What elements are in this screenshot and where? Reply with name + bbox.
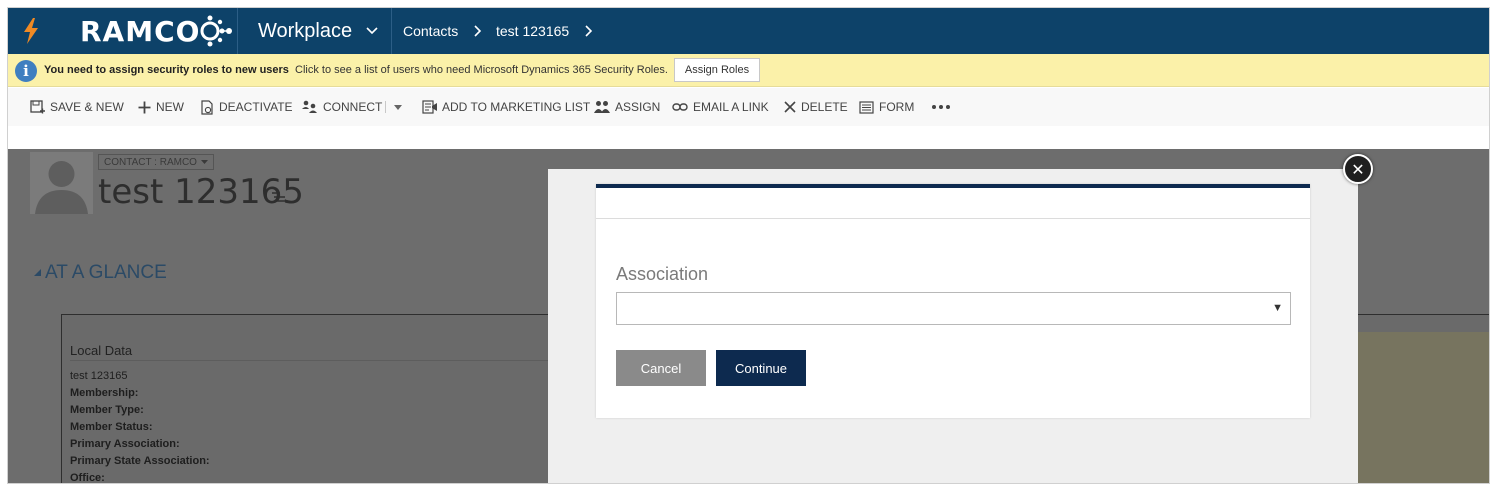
connect-people-icon	[302, 100, 318, 114]
dialog-accent-bar	[596, 184, 1310, 188]
divider	[596, 218, 1310, 219]
field-membership: Membership:	[70, 387, 139, 399]
entity-form-selector[interactable]: CONTACT : RAMCO	[98, 154, 214, 170]
field-member-type: Member Type:	[70, 404, 144, 416]
workplace-menu[interactable]: Workplace	[258, 8, 378, 54]
link-icon	[672, 102, 688, 112]
assign-people-icon	[594, 100, 610, 114]
assign-roles-button[interactable]: Assign Roles	[674, 58, 760, 82]
save-new-icon	[30, 99, 45, 115]
field-member-status: Member Status:	[70, 421, 153, 433]
nav-divider	[237, 8, 238, 54]
connect-button[interactable]: CONNECT	[302, 88, 382, 126]
notification-bar: i You need to assign security roles to n…	[8, 54, 1489, 87]
notification-title: You need to assign security roles to new…	[44, 64, 289, 76]
local-record-name: test 123165	[70, 370, 128, 382]
lightning-bolt-icon[interactable]	[21, 17, 41, 45]
select-arrow-icon: ▼	[1272, 302, 1283, 314]
dialog-card: Association ▼ Cancel Continue	[596, 184, 1310, 418]
deactivate-icon	[201, 99, 214, 115]
breadcrumb-record[interactable]: test 123165	[496, 8, 569, 54]
more-commands-button[interactable]	[932, 88, 950, 126]
app-window: RAMCO Workplace Contacts test 123165 i Y…	[7, 7, 1490, 484]
command-divider	[385, 101, 386, 113]
chevron-right-icon[interactable]	[585, 8, 593, 54]
collapse-triangle-icon	[34, 268, 41, 278]
breadcrumb-contacts[interactable]: Contacts	[403, 8, 458, 54]
form-icon	[859, 100, 874, 114]
caret-down-icon	[394, 104, 402, 110]
plus-icon	[138, 101, 151, 114]
association-label: Association	[616, 264, 709, 284]
command-bar: SAVE & NEW NEW DEACTIVATE CONNECT ADD TO…	[8, 88, 1489, 126]
field-primary-state-association: Primary State Association:	[70, 455, 210, 467]
delete-button[interactable]: DELETE	[784, 88, 848, 126]
association-dialog: Association ▼ Cancel Continue	[548, 169, 1358, 483]
field-primary-association: Primary Association:	[70, 438, 180, 450]
top-nav-bar: RAMCO Workplace Contacts test 123165	[8, 8, 1489, 54]
assign-button[interactable]: ASSIGN	[594, 88, 660, 126]
field-office: Office:	[70, 472, 105, 484]
local-data-title: Local Data	[70, 343, 133, 358]
person-icon	[35, 161, 88, 214]
association-select[interactable]: ▼	[616, 292, 1291, 325]
caret-down-icon	[200, 160, 208, 164]
save-new-button[interactable]: SAVE & NEW	[30, 88, 124, 126]
cancel-button[interactable]: Cancel	[616, 350, 706, 386]
panel-side-region	[1356, 332, 1489, 483]
email-a-link-button[interactable]: EMAIL A LINK	[672, 88, 769, 126]
continue-button[interactable]: Continue	[716, 350, 806, 386]
divider	[70, 360, 550, 361]
chevron-down-icon	[366, 27, 378, 35]
ramco-logo[interactable]: RAMCO	[80, 14, 244, 48]
marketing-list-icon	[422, 100, 437, 114]
deactivate-button[interactable]: DEACTIVATE	[201, 88, 293, 126]
title-menu-icon[interactable]	[272, 191, 288, 203]
new-button[interactable]: NEW	[138, 88, 184, 126]
info-icon: i	[15, 60, 37, 82]
more-options-icon	[932, 105, 950, 109]
close-dialog-icon[interactable]: ✕	[1343, 154, 1373, 184]
notification-link[interactable]: Click to see a list of users who need Mi…	[295, 64, 668, 76]
form-button[interactable]: FORM	[859, 88, 914, 126]
chevron-right-icon	[474, 8, 482, 54]
contact-avatar[interactable]	[30, 152, 93, 214]
connect-dropdown[interactable]	[394, 88, 402, 126]
close-icon	[784, 101, 796, 113]
section-at-a-glance[interactable]: AT A GLANCE	[34, 262, 167, 284]
nav-divider	[391, 8, 392, 54]
add-to-marketing-list-button[interactable]: ADD TO MARKETING LIST	[422, 88, 590, 126]
